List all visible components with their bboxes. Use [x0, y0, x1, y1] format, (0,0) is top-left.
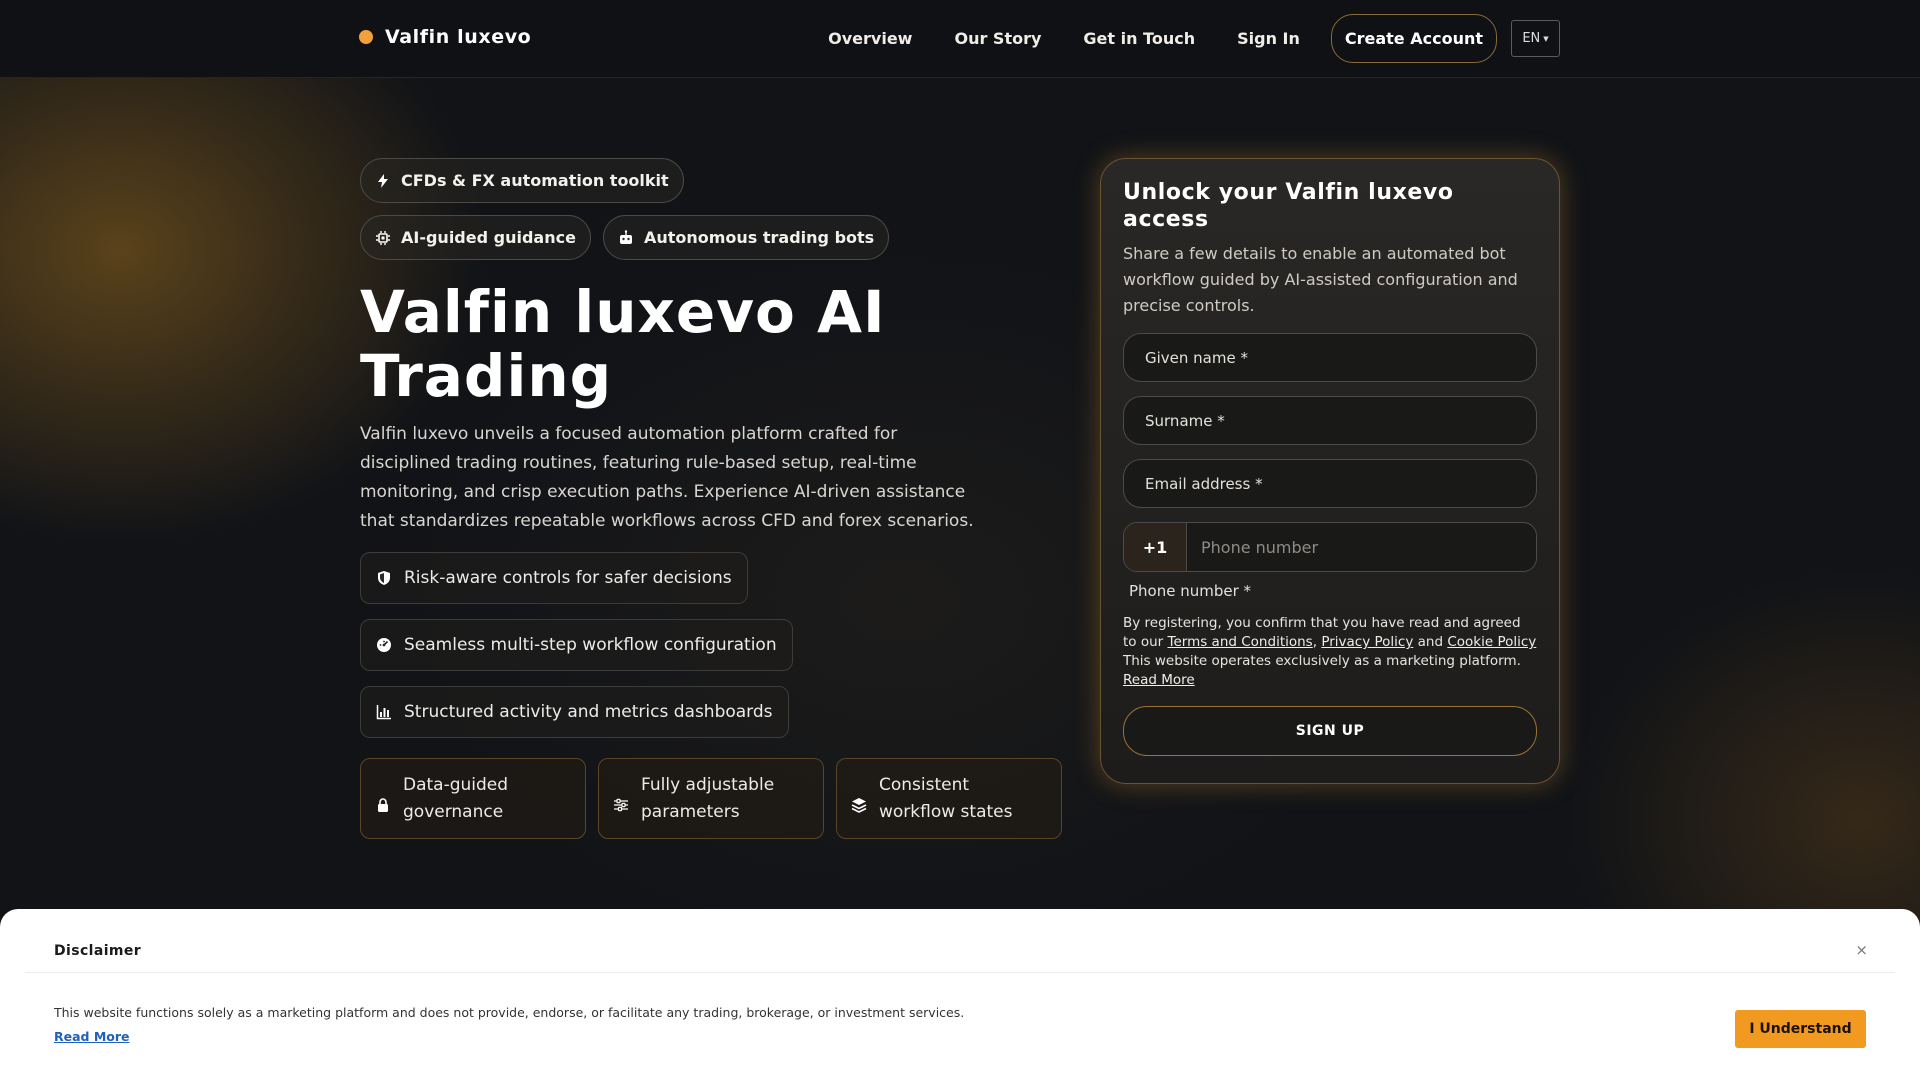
signup-form: Unlock your Valfin luxevo access Share a…	[1100, 158, 1560, 784]
feature-dashboards: Structured activity and metrics dashboar…	[360, 686, 789, 738]
consent-text: By registering, you confirm that you hav…	[1123, 615, 1537, 688]
feature-list: Risk-aware controls for safer decisions …	[360, 552, 793, 753]
form-subtitle: Share a few details to enable an automat…	[1123, 244, 1518, 315]
shield-icon	[378, 571, 390, 585]
close-icon[interactable]: ×	[1855, 941, 1868, 959]
read-more-link[interactable]: Read More	[1123, 672, 1195, 688]
phone-input[interactable]	[1187, 523, 1536, 571]
disclaimer-title: Disclaimer	[54, 943, 142, 959]
cookie-link[interactable]: Cookie Policy	[1447, 634, 1536, 650]
dashboard-icon	[377, 638, 391, 652]
given-name-label: Given name *	[1145, 348, 1248, 367]
phone-group: +1	[1123, 522, 1537, 572]
consent-suffix: This website operates exclusively as a m…	[1123, 653, 1521, 669]
surname-label: Surname *	[1145, 411, 1225, 430]
signup-button[interactable]: SIGN UP	[1123, 706, 1537, 756]
brand-logo[interactable]: Valfin luxevo	[359, 26, 531, 48]
card-workflow-states: Consistent workflow states	[836, 758, 1062, 839]
main-nav: Overview Our Story Get in Touch Sign In …	[807, 14, 1560, 63]
card-label: Consistent workflow states	[879, 775, 1013, 822]
brand-name: Valfin luxevo	[385, 26, 532, 48]
pill-label: CFDs & FX automation toolkit	[401, 171, 669, 190]
benefit-cards: Data-guided governance Fully adjustable …	[360, 758, 1062, 839]
hero-description: Valfin luxevo unveils a focused automati…	[360, 424, 974, 531]
sliders-icon	[614, 798, 628, 812]
terms-link[interactable]: Terms and Conditions	[1168, 634, 1313, 650]
feature-risk-controls: Risk-aware controls for safer decisions	[360, 552, 748, 604]
surname-field[interactable]: Surname *	[1123, 396, 1537, 445]
given-name-field[interactable]: Given name *	[1123, 333, 1537, 382]
lock-icon	[378, 798, 388, 812]
card-label: Data-guided governance	[403, 775, 509, 822]
email-label: Email address *	[1145, 474, 1263, 493]
card-parameters: Fully adjustable parameters	[598, 758, 824, 839]
feature-label: Risk-aware controls for safer decisions	[404, 568, 732, 588]
pill-cfd-fx: CFDs & FX automation toolkit	[360, 158, 684, 203]
card-label: Fully adjustable parameters	[641, 775, 775, 822]
nav-our-story[interactable]: Our Story	[933, 29, 1062, 48]
nav-sign-in[interactable]: Sign In	[1216, 29, 1321, 48]
hero-title: Valfin luxevo AI Trading	[360, 278, 886, 410]
email-field[interactable]: Email address *	[1123, 459, 1537, 508]
understand-button[interactable]: I Understand	[1735, 1010, 1866, 1048]
hero-pills: CFDs & FX automation toolkit AI-guided g…	[360, 158, 920, 260]
disclaimer-text: This website functions solely as a marke…	[54, 1005, 965, 1020]
bolt-icon	[378, 173, 388, 188]
language-selector[interactable]: EN ▼	[1511, 20, 1560, 57]
consent-and: and	[1417, 634, 1444, 650]
disclaimer-banner: Disclaimer × This website functions sole…	[0, 909, 1920, 1080]
phone-country-code[interactable]: +1	[1124, 523, 1187, 571]
pill-label: AI-guided guidance	[401, 228, 576, 247]
bar-chart-icon	[376, 705, 391, 720]
robot-icon	[619, 229, 632, 244]
privacy-link[interactable]: Privacy Policy	[1321, 634, 1413, 650]
form-title: Unlock your Valfin luxevo access	[1123, 180, 1454, 232]
brand-dot-icon	[359, 30, 373, 44]
disclaimer-divider	[25, 972, 1895, 973]
pill-trading-bots: Autonomous trading bots	[602, 215, 890, 260]
feature-workflow-config: Seamless multi-step workflow configurati…	[360, 619, 793, 671]
card-governance: Data-guided governance	[360, 758, 586, 839]
feature-label: Seamless multi-step workflow configurati…	[404, 635, 777, 655]
layers-icon	[851, 798, 867, 813]
site-header: Valfin luxevo Overview Our Story Get in …	[0, 0, 1920, 78]
language-label: EN	[1522, 31, 1541, 46]
caret-down-icon: ▼	[1543, 34, 1549, 43]
phone-label: Phone number *	[1129, 582, 1252, 600]
feature-label: Structured activity and metrics dashboar…	[404, 702, 773, 722]
create-account-button[interactable]: Create Account	[1330, 14, 1497, 63]
disclaimer-read-more-link[interactable]: Read More	[54, 1029, 130, 1044]
nav-overview[interactable]: Overview	[807, 29, 933, 48]
pill-label: Autonomous trading bots	[643, 228, 875, 247]
chip-icon	[376, 230, 390, 245]
nav-get-in-touch[interactable]: Get in Touch	[1062, 29, 1216, 48]
pill-ai-guided: AI-guided guidance	[360, 215, 591, 260]
